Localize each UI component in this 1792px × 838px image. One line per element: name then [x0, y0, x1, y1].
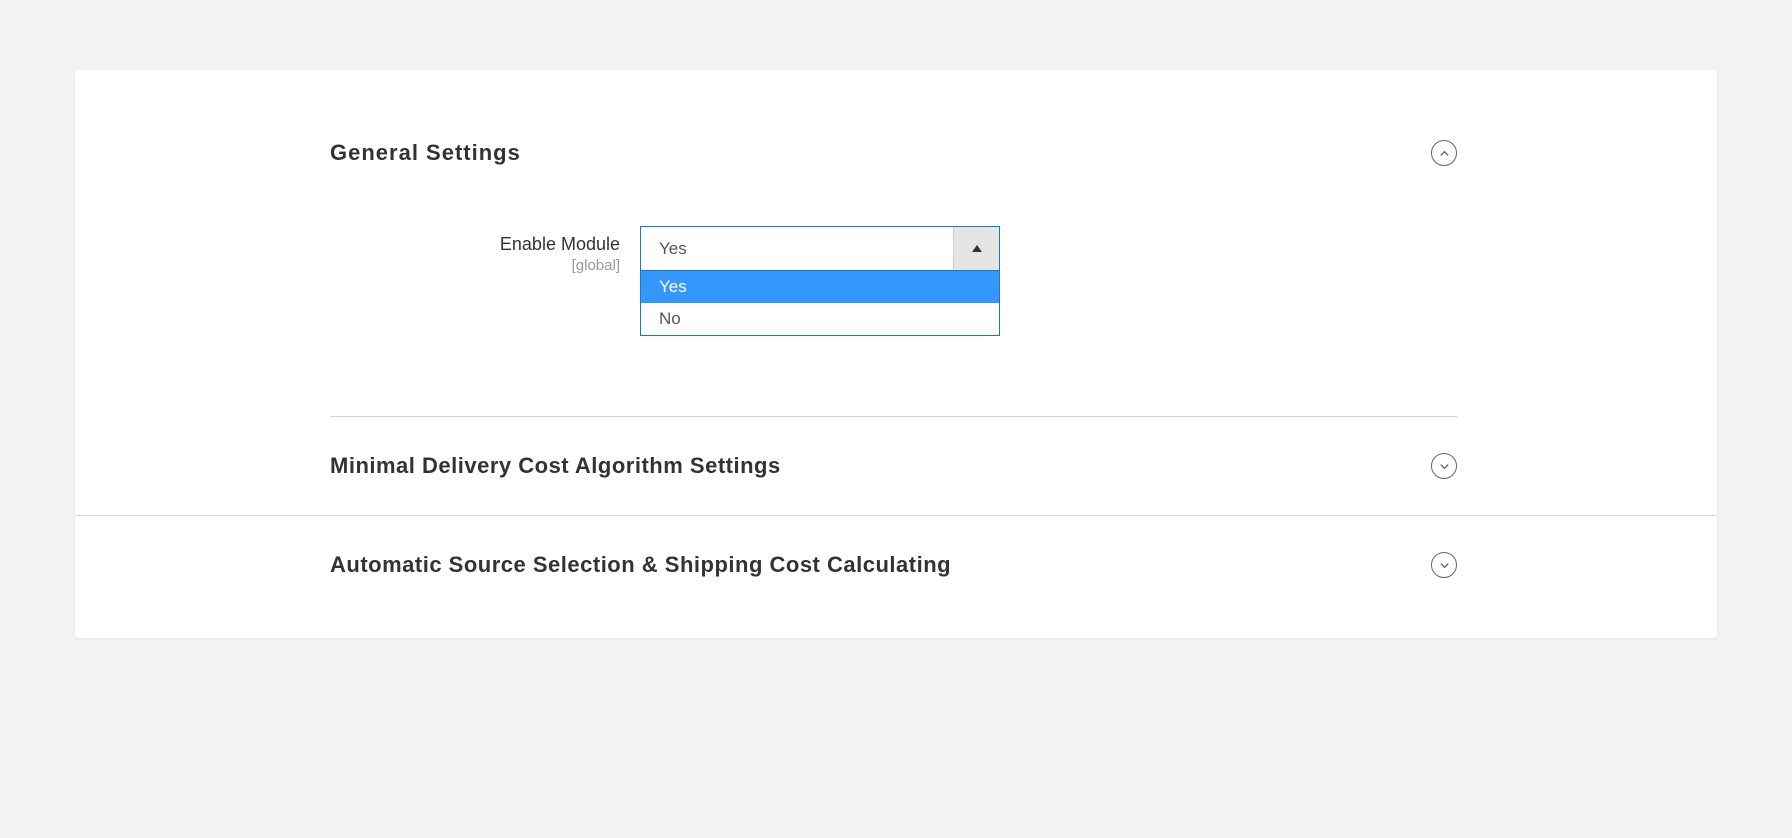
- chevron-up-icon: [1439, 148, 1450, 159]
- dropdown-option-no[interactable]: No: [641, 303, 999, 335]
- enable-module-select-wrapper: Yes Yes No: [640, 226, 1000, 336]
- chevron-down-icon: [1439, 560, 1450, 571]
- enable-module-select[interactable]: Yes: [640, 226, 1000, 271]
- enable-module-dropdown: Yes No: [640, 271, 1000, 336]
- enable-module-label: Enable Module: [330, 234, 620, 255]
- auto-source-section-header[interactable]: Automatic Source Selection & Shipping Co…: [75, 516, 1717, 578]
- triangle-up-icon: [972, 245, 982, 252]
- minimal-delivery-title: Minimal Delivery Cost Algorithm Settings: [330, 453, 781, 479]
- auto-source-title: Automatic Source Selection & Shipping Co…: [330, 552, 951, 578]
- general-settings-title: General Settings: [330, 140, 521, 166]
- expand-icon[interactable]: [1431, 453, 1457, 479]
- enable-module-scope: [global]: [330, 257, 620, 274]
- minimal-delivery-section-header[interactable]: Minimal Delivery Cost Algorithm Settings: [75, 417, 1717, 516]
- general-settings-header[interactable]: General Settings: [75, 140, 1717, 166]
- settings-panel: General Settings Enable Module [global] …: [75, 70, 1717, 638]
- collapse-icon[interactable]: [1431, 140, 1457, 166]
- expand-icon[interactable]: [1431, 552, 1457, 578]
- enable-module-label-col: Enable Module [global]: [330, 226, 640, 274]
- dropdown-option-yes[interactable]: Yes: [641, 271, 999, 303]
- enable-module-row: Enable Module [global] Yes Yes No: [75, 166, 1717, 336]
- select-arrow-button[interactable]: [953, 227, 999, 270]
- enable-module-value: Yes: [641, 239, 953, 259]
- chevron-down-icon: [1439, 461, 1450, 472]
